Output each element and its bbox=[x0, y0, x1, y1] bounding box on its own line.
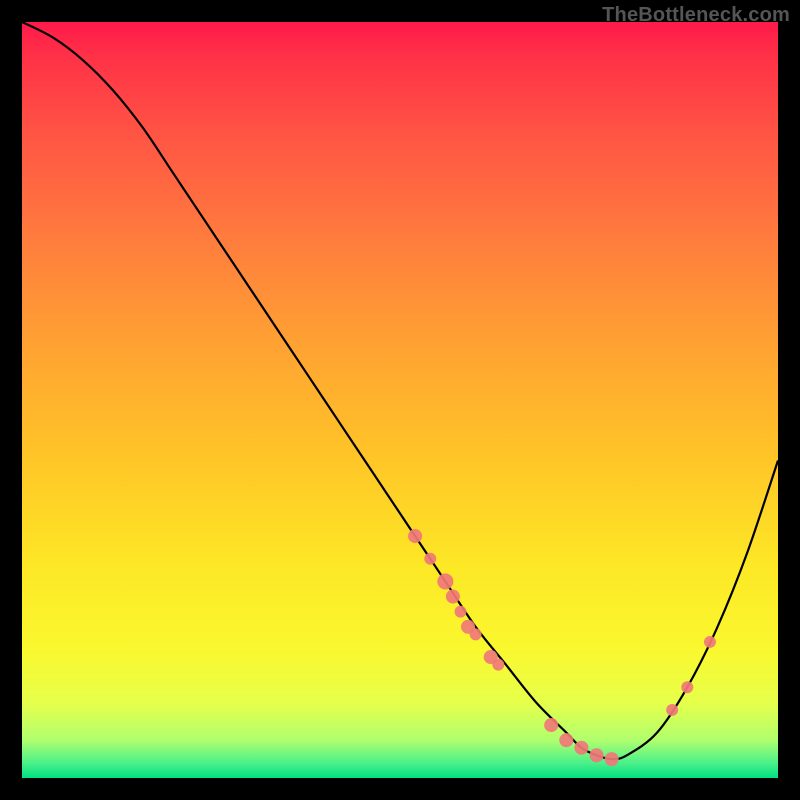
data-point bbox=[666, 704, 678, 716]
data-point bbox=[559, 733, 573, 747]
curve-group bbox=[22, 22, 778, 759]
chart-container: TheBottleneck.com bbox=[0, 0, 800, 800]
data-point bbox=[704, 636, 716, 648]
data-point bbox=[424, 553, 436, 565]
bottleneck-curve bbox=[22, 22, 778, 759]
data-point bbox=[437, 573, 453, 589]
plot-area bbox=[22, 22, 778, 778]
data-markers bbox=[408, 529, 716, 766]
data-point bbox=[446, 590, 460, 604]
data-point bbox=[574, 741, 588, 755]
chart-svg bbox=[22, 22, 778, 778]
data-point bbox=[544, 718, 558, 732]
data-point bbox=[590, 748, 604, 762]
watermark-text: TheBottleneck.com bbox=[602, 4, 790, 27]
data-point bbox=[492, 659, 504, 671]
data-point bbox=[605, 752, 619, 766]
data-point bbox=[408, 529, 422, 543]
data-point bbox=[681, 681, 693, 693]
data-point bbox=[470, 628, 482, 640]
data-point bbox=[455, 606, 467, 618]
